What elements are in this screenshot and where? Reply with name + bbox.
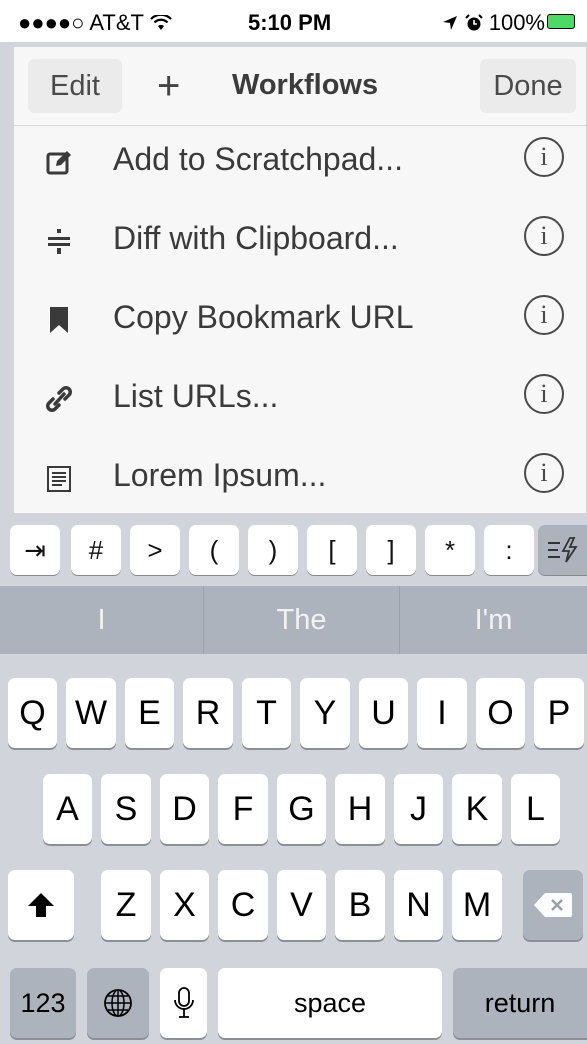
workflows-panel: Edit + Workflows Done Add to Scratchpad.… — [13, 46, 587, 514]
location-arrow-icon — [443, 16, 458, 30]
key-e[interactable]: E — [125, 678, 174, 748]
carrier-signal: ●●●●○ AT&T — [18, 10, 172, 36]
space-key[interactable]: space — [218, 968, 442, 1038]
status-right: 100% — [442, 10, 545, 36]
key-p[interactable]: P — [534, 678, 584, 748]
key-i[interactable]: I — [417, 678, 467, 748]
status-time: 5:10 PM — [248, 10, 332, 35]
add-workflow-plus-icon[interactable]: + — [157, 63, 180, 109]
suggestion-2[interactable]: The — [204, 586, 399, 654]
key-c[interactable]: C — [218, 870, 268, 940]
key-k[interactable]: K — [452, 774, 502, 844]
greater-than-key[interactable]: > — [130, 525, 180, 575]
colon-key[interactable]: : — [484, 525, 534, 575]
key-h[interactable]: H — [335, 774, 385, 844]
workflow-label: Copy Bookmark URL — [113, 299, 414, 335]
key-t[interactable]: T — [242, 678, 291, 748]
key-f[interactable]: F — [218, 774, 268, 844]
workflow-label: List URLs... — [113, 378, 279, 414]
info-icon[interactable]: i — [524, 137, 564, 177]
shift-key[interactable] — [8, 870, 74, 940]
info-icon[interactable]: i — [524, 374, 564, 414]
microphone-icon — [173, 987, 194, 1018]
numbers-key[interactable]: 123 — [10, 968, 76, 1038]
suggestion-3[interactable]: I'm — [400, 586, 587, 654]
workflow-item-lorem-ipsum[interactable]: Lorem Ipsum... i — [14, 441, 586, 520]
battery-percent: 100% — [488, 10, 545, 35]
key-o[interactable]: O — [476, 678, 525, 748]
workflow-item-add-to-scratchpad[interactable]: Add to Scratchpad... i — [14, 125, 586, 204]
battery-icon — [547, 14, 575, 29]
extra-keys-row: ⇥ # > ( ) [ ] * : — [0, 515, 587, 586]
open-bracket-key[interactable]: [ — [307, 525, 357, 575]
keyboard: Q W E R T Y U I O P A S D F G H J K L Z … — [0, 654, 587, 1042]
done-button[interactable]: Done — [480, 59, 576, 113]
delete-key[interactable] — [523, 870, 583, 940]
close-paren-key[interactable]: ) — [248, 525, 298, 575]
key-v[interactable]: V — [277, 870, 326, 940]
globe-icon — [104, 989, 132, 1017]
info-icon[interactable]: i — [524, 216, 564, 256]
key-q[interactable]: Q — [8, 678, 57, 748]
info-icon[interactable]: i — [524, 295, 564, 335]
key-w[interactable]: W — [66, 678, 116, 748]
workflow-label: Add to Scratchpad... — [113, 141, 403, 177]
key-y[interactable]: Y — [300, 678, 350, 748]
workflow-label: Diff with Clipboard... — [113, 220, 399, 256]
workflow-item-list-urls[interactable]: List URLs... i — [14, 362, 586, 441]
key-r[interactable]: R — [183, 678, 233, 748]
key-z[interactable]: Z — [101, 870, 151, 940]
edit-button[interactable]: Edit — [28, 59, 122, 113]
suggestion-bar: I The I'm — [0, 586, 587, 654]
wifi-icon — [149, 13, 172, 30]
document-icon — [47, 466, 71, 492]
dictation-key[interactable] — [160, 968, 207, 1038]
tab-key[interactable]: ⇥ — [10, 525, 60, 575]
globe-key[interactable] — [87, 968, 149, 1038]
actions-bolt-icon — [547, 537, 578, 563]
page-title: Workflows — [232, 69, 379, 101]
workflow-actions-key[interactable] — [538, 525, 587, 575]
backspace-icon — [534, 893, 572, 917]
shift-arrow-icon — [28, 893, 54, 917]
key-l[interactable]: L — [511, 774, 560, 844]
key-x[interactable]: X — [160, 870, 209, 940]
hash-key[interactable]: # — [71, 525, 121, 575]
info-icon[interactable]: i — [524, 453, 564, 493]
key-u[interactable]: U — [359, 678, 408, 748]
workflow-item-copy-bookmark-url[interactable]: Copy Bookmark URL i — [14, 283, 586, 362]
key-s[interactable]: S — [101, 774, 151, 844]
workflow-label: Lorem Ipsum... — [113, 457, 327, 493]
suggestion-1[interactable]: I — [0, 586, 203, 654]
key-b[interactable]: B — [335, 870, 385, 940]
carrier-label: AT&T — [89, 10, 144, 35]
diff-icon — [48, 229, 70, 254]
key-g[interactable]: G — [277, 774, 326, 844]
link-icon — [46, 386, 72, 412]
edit-icon — [46, 151, 71, 175]
open-paren-key[interactable]: ( — [189, 525, 239, 575]
nav-bar: Edit + Workflows Done — [14, 47, 586, 126]
key-d[interactable]: D — [160, 774, 209, 844]
workflow-item-diff-with-clipboard[interactable]: Diff with Clipboard... i — [14, 204, 586, 283]
close-bracket-key[interactable]: ] — [366, 525, 416, 575]
status-bar: ●●●●○ AT&T 5:10 PM 100% — [0, 0, 587, 42]
key-m[interactable]: M — [452, 870, 502, 940]
return-key[interactable]: return — [453, 968, 587, 1038]
key-n[interactable]: N — [394, 870, 443, 940]
asterisk-key[interactable]: * — [425, 525, 475, 575]
key-j[interactable]: J — [394, 774, 443, 844]
signal-strength-icon: ●●●●○ — [18, 10, 85, 35]
alarm-icon — [464, 14, 483, 31]
workflow-list: Add to Scratchpad... i Diff with Clipboa… — [14, 125, 586, 520]
key-a[interactable]: A — [43, 774, 92, 844]
bookmark-icon — [50, 307, 68, 333]
